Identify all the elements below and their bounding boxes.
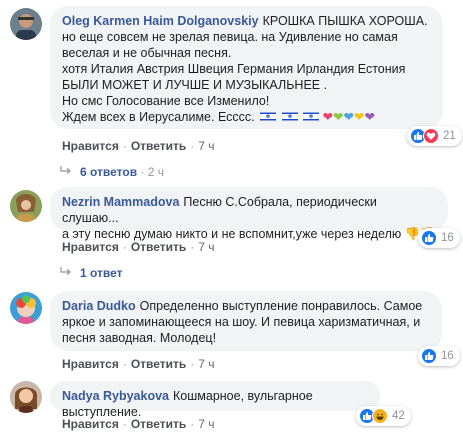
- reactions-badge[interactable]: 42: [356, 406, 411, 426]
- reactions-badge[interactable]: 16: [418, 228, 460, 248]
- comment-bubble: Daria Dudko Определенно выступление понра…: [50, 291, 442, 351]
- reactions-badge[interactable]: 21: [407, 126, 462, 146]
- avatar[interactable]: [10, 292, 42, 324]
- comment-bubble: Nadya Rybyakova Кошмарное, вульгарное выс…: [50, 381, 380, 419]
- like-icon: [421, 348, 437, 364]
- reactions-badge[interactable]: 16: [418, 346, 460, 366]
- comment-actions: Нравится · Ответить · 7 ч: [62, 240, 215, 254]
- comment-bubble: Oleg Karmen Haim Dolganovskiy КРОШКА ПЫШК…: [50, 6, 443, 129]
- reply-link[interactable]: Ответить: [131, 139, 186, 153]
- reaction-count: 16: [441, 350, 454, 362]
- reply-arrow-icon: [60, 266, 72, 280]
- reply-link[interactable]: Ответить: [131, 357, 186, 371]
- comment-author[interactable]: Oleg Karmen Haim Dolganovskiy: [62, 14, 259, 28]
- heart-icon: ❤: [364, 110, 375, 124]
- comment-time[interactable]: 7 ч: [198, 357, 214, 371]
- reply-link[interactable]: Ответить: [131, 417, 186, 431]
- israel-flag-icon: [281, 110, 298, 123]
- view-replies-link[interactable]: 6 ответов · 2 ч: [60, 165, 164, 179]
- replies-count[interactable]: 6 ответов: [80, 165, 137, 179]
- comment-text: КРОШКА ПЫШКА ХОРОША.: [262, 14, 428, 28]
- view-replies-link[interactable]: 1 ответ: [60, 266, 123, 280]
- like-link[interactable]: Нравится: [62, 139, 119, 153]
- separator: ·: [137, 165, 148, 179]
- separator: ·: [190, 240, 195, 254]
- separator: ·: [122, 240, 127, 254]
- reaction-count: 16: [441, 232, 454, 244]
- haha-icon: [372, 408, 388, 424]
- like-link[interactable]: Нравится: [62, 240, 119, 254]
- comment-text: а эту песню думаю никто и не вспомнит,уж…: [62, 227, 402, 241]
- comment-actions: Нравится · Ответить · 7 ч: [62, 139, 215, 153]
- heart-icon: ❤: [343, 110, 355, 124]
- like-link[interactable]: Нравится: [62, 417, 119, 431]
- comment-text: Определенно выступление понравилось. Сам…: [139, 299, 423, 313]
- replies-time: 2 ч: [147, 165, 165, 179]
- comment-author[interactable]: Nezrin Mammadova: [62, 195, 179, 209]
- reply-arrow-icon: [60, 165, 72, 179]
- separator: ·: [190, 139, 195, 153]
- comment-actions: Нравится · Ответить · 7 ч: [62, 417, 215, 431]
- reply-link[interactable]: Ответить: [131, 240, 186, 254]
- separator: ·: [122, 139, 127, 153]
- reaction-count: 42: [392, 410, 405, 422]
- reaction-count: 21: [443, 130, 456, 142]
- avatar[interactable]: [10, 190, 42, 222]
- love-icon: [423, 128, 439, 144]
- separator: ·: [122, 357, 127, 371]
- israel-flag-icon: [259, 110, 277, 123]
- comment-text: песня заводная. Молодец!: [62, 331, 217, 345]
- comment-text: но еще совсем не зрелая певица. на Удивл…: [62, 30, 398, 44]
- comment-time[interactable]: 7 ч: [198, 139, 214, 153]
- heart-icon: ❤: [354, 110, 365, 124]
- israel-flag-icon: [302, 110, 320, 123]
- comment-text: Ждем всех в Иерусалиме. Ессcс.: [62, 110, 255, 124]
- comment-author[interactable]: Nadya Rybyakova: [62, 389, 169, 403]
- heart-icon: ❤: [322, 110, 334, 124]
- separator: ·: [122, 417, 127, 431]
- comment-text: БЫЛИ МОЖЕТ И ЛУЧШЕ И МУЗЫКАЛЬНЕЕ .: [62, 78, 328, 92]
- comment-bubble: Nezrin Mammadova Песню С.Собрала, периоди…: [50, 187, 448, 241]
- separator: ·: [190, 417, 195, 431]
- comment-text: яркое и запоминающееся на шоу. И певица …: [62, 315, 421, 329]
- comment-text: веселая и не обычная песня.: [62, 46, 232, 60]
- comment-author[interactable]: Daria Dudko: [62, 299, 136, 313]
- heart-icon: ❤: [333, 110, 344, 124]
- like-icon: [421, 230, 437, 246]
- separator: ·: [190, 357, 195, 371]
- avatar[interactable]: [10, 381, 42, 413]
- avatar[interactable]: [10, 8, 42, 40]
- comment-actions: Нравится · Ответить · 7 ч: [62, 357, 215, 371]
- replies-count[interactable]: 1 ответ: [80, 266, 123, 280]
- comment-text: хотя Италия Австрия Швеция Германия Ирла…: [62, 62, 406, 76]
- comment-text: Но смс Голосование все Изменило!: [62, 94, 270, 108]
- comment-time[interactable]: 7 ч: [198, 240, 214, 254]
- comment-time[interactable]: 7 ч: [198, 417, 214, 431]
- like-link[interactable]: Нравится: [62, 357, 119, 371]
